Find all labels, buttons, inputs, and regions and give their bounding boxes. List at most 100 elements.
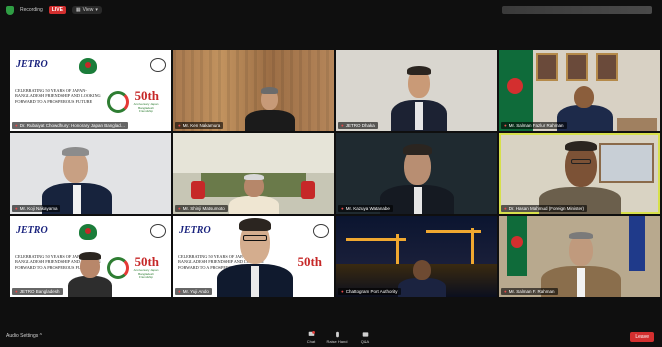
anniversary-caption: Anniversary Japan Bangladesh Friendship	[133, 268, 159, 280]
shield-icon[interactable]	[6, 5, 14, 15]
mic-muted-icon: ●	[341, 123, 344, 128]
participant-tile[interactable]: ● Mr. Salman F. Rahman	[499, 216, 660, 297]
mic-muted-icon: ●	[341, 289, 344, 294]
wall	[173, 133, 334, 173]
person-figure	[229, 196, 279, 214]
mic-muted-icon: ●	[504, 123, 507, 128]
shirt	[577, 268, 585, 297]
grid-view-icon: ▦	[75, 7, 81, 13]
flag-circle	[507, 78, 523, 94]
participant-tile[interactable]: ● Mr. Koji Nakayama	[10, 133, 171, 214]
shirt	[415, 102, 423, 130]
participant-tile[interactable]: ● Mr. Ken Nakamura	[173, 50, 334, 131]
raise-hand-button[interactable]: Raise Hand	[324, 331, 350, 344]
portrait-frame	[596, 53, 618, 81]
emblem-icon	[79, 224, 97, 240]
participant-name: ● Mr. Salman F. Rahman	[501, 288, 558, 295]
participant-tile[interactable]: ● JETRO Dhaka	[336, 50, 497, 131]
jetro-logo: JETRO	[16, 59, 48, 70]
mic-muted-icon: ●	[15, 289, 18, 294]
person-hair	[407, 66, 431, 75]
anniversary-mark: 50th	[134, 254, 159, 269]
participant-tile[interactable]: ● Mr. Shinji Matsumoto	[173, 133, 334, 214]
person-hair	[403, 144, 432, 155]
shared-slide: JETRO Celebrating 50 years of Japan-Bang…	[10, 216, 171, 297]
participant-name: ● Chattogram Port Authority	[338, 288, 401, 295]
window	[599, 143, 654, 183]
partner-logo	[150, 58, 166, 72]
bottom-control-bar: Audio Settings ^ Chat Raise Hand Q&A Lea…	[0, 328, 662, 347]
partner-logo	[150, 224, 166, 238]
shirt	[73, 185, 81, 214]
participant-tile[interactable]: JETRO Celebrating 50 years of Japan-Bang…	[10, 50, 171, 131]
recording-status: Recording	[20, 7, 43, 13]
chat-icon	[308, 331, 315, 336]
flag-circle	[511, 236, 523, 248]
person-hair	[79, 252, 101, 260]
mic-muted-icon: ●	[178, 289, 181, 294]
glasses	[571, 159, 591, 164]
person-head	[574, 86, 594, 108]
mic-muted-icon: ●	[15, 206, 18, 211]
shared-slide: JETRO Celebrating 50 years of Japan-Bang…	[173, 216, 334, 297]
person-figure	[68, 276, 112, 297]
view-button[interactable]: ▦ View ▾	[71, 6, 102, 14]
audio-settings-button[interactable]: Audio Settings ^	[6, 333, 42, 339]
chevron-up-icon: ^	[39, 333, 42, 339]
anniversary-mark: 50th	[297, 254, 322, 269]
participant-name: ● JETRO Dhaka	[338, 122, 378, 129]
person-figure	[398, 278, 446, 297]
chevron-down-icon: ▾	[95, 7, 98, 13]
leave-button[interactable]: Leave	[630, 332, 654, 342]
mic-muted-icon: ●	[504, 206, 507, 211]
person-head	[413, 260, 431, 280]
shirt	[251, 266, 259, 297]
mic-muted-icon: ●	[341, 206, 344, 211]
view-label: View	[82, 7, 94, 13]
person-hair	[239, 218, 271, 231]
portrait-frame	[566, 53, 588, 81]
participant-name: ● Dr. Rubaiyat Chowdhury: Honorary Japan …	[12, 122, 129, 129]
participant-tile[interactable]: ● Mr. Salman Fazlur Rahman	[499, 50, 660, 131]
jetro-logo: JETRO	[179, 225, 211, 236]
participant-tile[interactable]: JETRO Celebrating 50 years of Japan-Bang…	[173, 216, 334, 297]
anniversary-mark: 50th	[134, 88, 159, 103]
qa-button[interactable]: Q&A	[352, 331, 378, 344]
portrait-frame	[536, 53, 558, 81]
participant-name: ● Mr. Koji Nakayama	[12, 205, 61, 212]
participant-tile[interactable]: ● Chattogram Port Authority	[336, 216, 497, 297]
shirt	[414, 187, 422, 214]
qa-icon	[362, 332, 368, 337]
participant-tile[interactable]: JETRO Celebrating 50 years of Japan-Bang…	[10, 216, 171, 297]
top-right-toolbar[interactable]	[502, 6, 652, 14]
participant-tile[interactable]: ● Mr. Kazuya Watanabe	[336, 133, 497, 214]
shared-slide: JETRO Celebrating 50 years of Japan-Bang…	[10, 50, 171, 131]
person-hair	[244, 174, 264, 180]
desk	[617, 118, 657, 131]
mic-muted-icon: ●	[15, 123, 18, 128]
participant-name: ● Mr. Shinji Matsumoto	[175, 205, 228, 212]
participant-name: ● Dr. Hasan Mahmud (Foreign Minister)	[501, 205, 587, 212]
person-hair	[569, 232, 593, 239]
crane	[471, 228, 474, 264]
emblem-icon	[79, 58, 97, 74]
mic-muted-icon: ●	[178, 206, 181, 211]
participant-name: ● JETRO Bangladesh	[12, 288, 63, 295]
participant-name: ● Mr. Kazuya Watanabe	[338, 205, 393, 212]
video-conference-window: Recording LIVE ▦ View ▾ JETRO Celebratin…	[0, 0, 662, 347]
live-badge[interactable]: LIVE	[48, 6, 66, 14]
ring-logo-icon	[107, 257, 129, 279]
person-hair	[261, 87, 278, 94]
person-figure	[245, 110, 295, 131]
participant-name: ● Mr. Yuji Ando	[175, 288, 212, 295]
participant-tile-active-speaker[interactable]: ● Dr. Hasan Mahmud (Foreign Minister)	[499, 133, 660, 214]
slide-text: Celebrating 50 years of Japan-Bangladesh…	[15, 88, 101, 104]
mic-muted-icon: ●	[504, 289, 507, 294]
hand-icon	[335, 331, 339, 338]
person-hair	[62, 147, 89, 156]
chair	[301, 181, 315, 199]
chat-button[interactable]: Chat	[298, 331, 324, 344]
partner-logo	[313, 224, 329, 238]
mic-muted-icon: ●	[178, 123, 181, 128]
participant-name: ● Mr. Salman Fazlur Rahman	[501, 122, 567, 129]
